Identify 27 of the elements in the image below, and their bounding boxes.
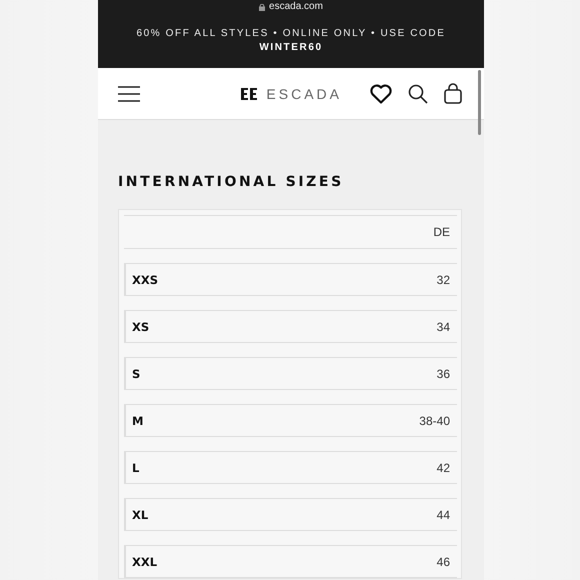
lock-icon [259, 4, 266, 10]
size-label: XXL [132, 554, 158, 568]
promo-code: WINTER60 [259, 42, 323, 53]
size-label: M [132, 414, 144, 428]
size-label: XL [132, 508, 148, 522]
size-label: XS [132, 320, 150, 334]
size-value: 42 [436, 460, 450, 474]
size-value: 36 [436, 366, 450, 380]
heart-icon[interactable] [370, 84, 392, 104]
size-value: 38-40 [419, 414, 450, 428]
shopping-bag-icon[interactable] [444, 83, 462, 104]
menu-icon[interactable] [118, 86, 140, 102]
search-icon[interactable] [408, 84, 428, 104]
size-value: 44 [436, 508, 450, 522]
size-label: S [132, 366, 140, 380]
size-value: 32 [436, 272, 450, 286]
promo-text: 60% OFF ALL STYLES • ONLINE ONLY • USE CODE [136, 28, 446, 39]
logo-icon[interactable] [241, 88, 258, 100]
size-label: XXS [132, 272, 158, 286]
logo-text[interactable]: ESCADA [266, 86, 342, 102]
size-value: 46 [436, 554, 450, 568]
size-value: 34 [436, 320, 450, 334]
column-header: DE [433, 225, 450, 239]
section-title: INTERNATIONAL SIZES [118, 174, 345, 190]
size-label: L [132, 460, 140, 474]
url-text[interactable]: escada.com [269, 2, 323, 12]
scrollbar[interactable] [478, 70, 481, 135]
